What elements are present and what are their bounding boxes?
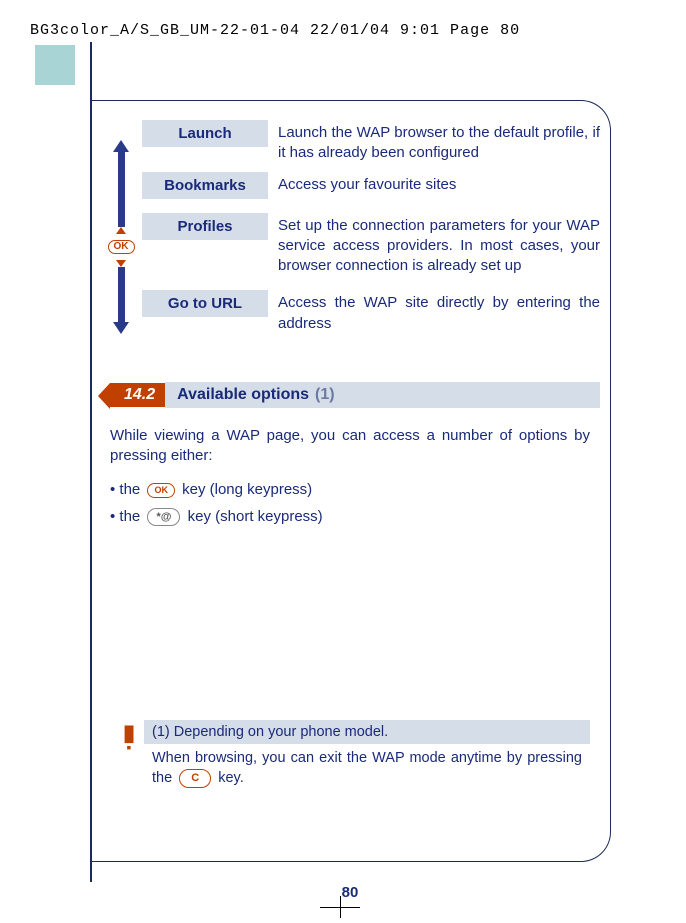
color-tab	[35, 45, 75, 85]
menu-desc: Launch the WAP browser to the default pr…	[278, 120, 600, 164]
menu-rows: Launch Launch the WAP browser to the def…	[142, 120, 600, 342]
footnote-content: (1) Depending on your phone model. When …	[144, 720, 590, 793]
ok-key-icon: OK	[108, 240, 135, 254]
section-heading: 14.2 Available options (1)	[110, 382, 600, 408]
menu-label: Launch	[142, 120, 268, 147]
bullet-list: • the OK key (long keypress) • the *@ ke…	[110, 476, 590, 530]
footnote-line-2: When browsing, you can exit the WAP mode…	[144, 744, 590, 793]
section-number: 14.2	[110, 383, 165, 407]
crop-mark	[320, 907, 360, 908]
page-content: OK Launch Launch the WAP browser to the …	[100, 120, 600, 530]
footnote-text-a: When browsing, you can exit the WAP mode…	[152, 750, 582, 786]
menu-row-launch: Launch Launch the WAP browser to the def…	[142, 120, 600, 164]
menu-row-gotourl: Go to URL Access the WAP site directly b…	[142, 290, 600, 334]
bullet-prefix: • the	[110, 508, 140, 525]
bullet-prefix: • the	[110, 481, 140, 498]
menu-desc: Set up the connection parameters for you…	[278, 213, 600, 277]
intro-paragraph: While viewing a WAP page, you can access…	[110, 426, 590, 467]
footnote: ▮▪ (1) Depending on your phone model. Wh…	[120, 720, 590, 793]
footnote-line-1: (1) Depending on your phone model.	[144, 720, 590, 744]
bullet-star: • the *@ key (short keypress)	[110, 503, 590, 530]
arrow-up-icon	[113, 140, 129, 152]
small-down-icon	[116, 260, 126, 267]
section-title-text: Available options	[177, 386, 309, 404]
page-number: 80	[90, 884, 610, 901]
arrow-bar	[118, 267, 125, 322]
nav-column: OK	[100, 120, 142, 334]
print-header: BG3color_A/S_GB_UM-22-01-04 22/01/04 9:0…	[30, 22, 520, 39]
arrow-bar	[118, 152, 125, 227]
footnote-text-b: key.	[218, 770, 244, 786]
bullet-suffix: key (long keypress)	[182, 481, 312, 498]
section-title-sub: (1)	[315, 386, 335, 404]
ok-key-icon: OK	[147, 483, 175, 498]
small-up-icon	[116, 227, 126, 234]
menu-label: Bookmarks	[142, 172, 268, 199]
arrow-down-icon	[113, 322, 129, 334]
menu-row-bookmarks: Bookmarks Access your favourite sites	[142, 172, 600, 199]
menu-label: Profiles	[142, 213, 268, 240]
bullet-ok: • the OK key (long keypress)	[110, 476, 590, 503]
c-key-icon: C	[179, 769, 211, 787]
menu-desc: Access your favourite sites	[278, 172, 456, 195]
bullet-suffix: key (short keypress)	[188, 508, 323, 525]
menu-desc: Access the WAP site directly by entering…	[278, 290, 600, 334]
menu-row-profiles: Profiles Set up the connection parameter…	[142, 213, 600, 277]
exclamation-icon: ▮▪	[120, 720, 138, 754]
section-title: Available options (1)	[165, 382, 600, 408]
menu-label: Go to URL	[142, 290, 268, 317]
star-key-icon: *@	[147, 508, 180, 526]
section-number-wrap: 14.2	[110, 382, 165, 408]
menu-block: OK Launch Launch the WAP browser to the …	[100, 120, 600, 342]
